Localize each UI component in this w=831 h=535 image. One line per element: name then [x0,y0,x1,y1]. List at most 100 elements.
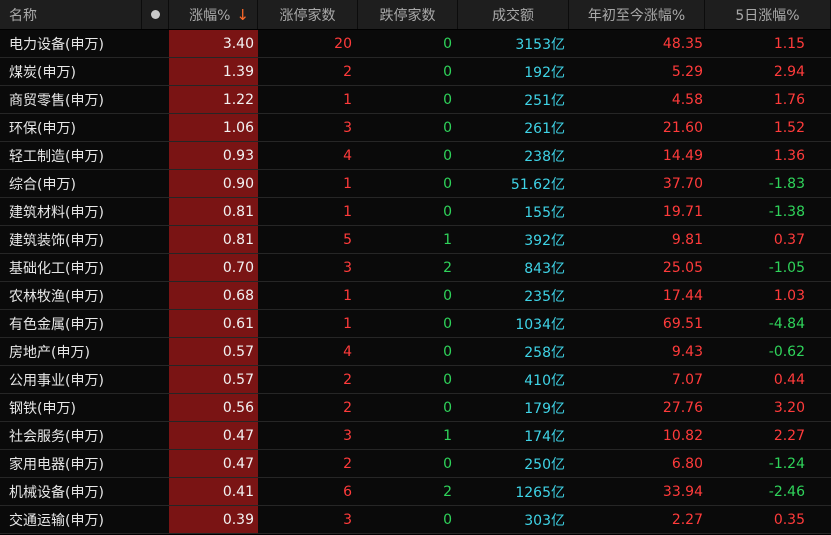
table-row[interactable]: 环保(申万) 1.06 3 0 261亿 21.60 1.52 [0,114,831,142]
ytd-cell: 27.76 [662,399,703,416]
limit-up-cell: 1 [343,315,352,332]
volume-cell: 3153亿 [515,36,565,53]
indicator-cell [142,30,169,57]
indicator-cell [142,282,169,309]
limit-up-cell: 3 [343,511,352,528]
indicator-cell [142,422,169,449]
five-day-cell: 1.36 [773,147,805,164]
change-pct-cell: 0.39 [169,506,258,533]
table-row[interactable]: 煤炭(申万) 1.39 2 0 192亿 5.29 2.94 [0,58,831,86]
ytd-cell: 21.60 [662,119,703,136]
table-row[interactable]: 社会服务(申万) 0.47 3 1 174亿 10.82 2.27 [0,422,831,450]
column-header-limit-up[interactable]: 涨停家数 [258,0,358,29]
volume-cell: 410亿 [524,372,565,389]
volume-cell: 235亿 [524,288,565,305]
table-row[interactable]: 基础化工(申万) 0.70 3 2 843亿 25.05 -1.05 [0,254,831,282]
ytd-cell: 9.81 [671,231,703,248]
limit-up-cell: 2 [343,63,352,80]
column-header-limit-down[interactable]: 跌停家数 [358,0,458,29]
ytd-cell: 7.07 [671,371,703,388]
table-row[interactable]: 家用电器(申万) 0.47 2 0 250亿 6.80 -1.24 [0,450,831,478]
volume-cell: 192亿 [524,64,565,81]
limit-down-cell: 0 [443,119,452,136]
table-row[interactable]: 房地产(申万) 0.57 4 0 258亿 9.43 -0.62 [0,338,831,366]
limit-down-cell: 0 [443,63,452,80]
table-row[interactable]: 建筑材料(申万) 0.81 1 0 155亿 19.71 -1.38 [0,198,831,226]
limit-up-cell: 1 [343,287,352,304]
change-pct-cell: 1.22 [169,86,258,113]
volume-cell: 179亿 [524,400,565,417]
sector-name: 公用事业(申万) [9,372,104,389]
limit-down-cell: 0 [443,175,452,192]
ytd-cell: 17.44 [662,287,703,304]
sector-name: 建筑装饰(申万) [9,232,104,249]
table-row[interactable]: 钢铁(申万) 0.56 2 0 179亿 27.76 3.20 [0,394,831,422]
five-day-cell: -2.46 [768,483,805,500]
sector-name: 轻工制造(申万) [9,148,104,165]
sector-name: 煤炭(申万) [9,64,76,81]
limit-down-cell: 0 [443,455,452,472]
limit-up-cell: 3 [343,259,352,276]
limit-down-cell: 0 [443,203,452,220]
ytd-cell: 69.51 [662,315,703,332]
limit-up-cell: 6 [343,483,352,500]
table-row[interactable]: 综合(申万) 0.90 1 0 51.62亿 37.70 -1.83 [0,170,831,198]
indicator-cell [142,226,169,253]
table-row[interactable]: 电力设备(申万) 3.40 20 0 3153亿 48.35 1.15 [0,30,831,58]
sector-name: 商贸零售(申万) [9,92,104,109]
limit-down-cell: 2 [443,259,452,276]
volume-cell: 258亿 [524,344,565,361]
sector-name: 钢铁(申万) [9,400,76,417]
limit-down-cell: 1 [443,231,452,248]
ytd-cell: 14.49 [662,147,703,164]
indicator-cell [142,394,169,421]
table-row[interactable]: 轻工制造(申万) 0.93 4 0 238亿 14.49 1.36 [0,142,831,170]
column-header-name[interactable]: 名称 [0,0,142,29]
column-header-volume[interactable]: 成交额 [458,0,569,29]
change-pct-cell: 0.57 [169,338,258,365]
ytd-cell: 19.71 [662,203,703,220]
five-day-cell: -0.62 [768,343,805,360]
five-day-cell: 1.76 [773,91,805,108]
indicator-cell [142,366,169,393]
change-pct-cell: 0.93 [169,142,258,169]
change-pct-cell: 0.90 [169,170,258,197]
ytd-cell: 6.80 [671,455,703,472]
volume-cell: 843亿 [524,260,565,277]
table-row[interactable]: 机械设备(申万) 0.41 6 2 1265亿 33.94 -2.46 [0,478,831,506]
five-day-cell: -1.38 [768,203,805,220]
indicator-cell [142,170,169,197]
table-row[interactable]: 农林牧渔(申万) 0.68 1 0 235亿 17.44 1.03 [0,282,831,310]
change-pct-cell: 3.40 [169,30,258,57]
volume-cell: 174亿 [524,428,565,445]
volume-cell: 251亿 [524,92,565,109]
ytd-cell: 9.43 [671,343,703,360]
dot-icon [150,10,160,19]
table-row[interactable]: 交通运输(申万) 0.39 3 0 303亿 2.27 0.35 [0,506,831,534]
volume-cell: 51.62亿 [510,176,565,193]
column-header-ytd[interactable]: 年初至今涨幅% [569,0,705,29]
indicator-cell [142,338,169,365]
column-header-five-day[interactable]: 5日涨幅% [705,0,831,29]
limit-down-cell: 2 [443,483,452,500]
change-pct-cell: 0.70 [169,254,258,281]
limit-up-cell: 2 [343,371,352,388]
table-row[interactable]: 有色金属(申万) 0.61 1 0 1034亿 69.51 -4.84 [0,310,831,338]
ytd-cell: 5.29 [671,63,703,80]
limit-up-cell: 1 [343,91,352,108]
limit-up-cell: 3 [343,427,352,444]
five-day-cell: 1.15 [773,35,805,52]
table-row[interactable]: 商贸零售(申万) 1.22 1 0 251亿 4.58 1.76 [0,86,831,114]
five-day-cell: 2.94 [773,63,805,80]
volume-cell: 1265亿 [515,484,565,501]
table-row[interactable]: 公用事业(申万) 0.57 2 0 410亿 7.07 0.44 [0,366,831,394]
table-row[interactable]: 建筑装饰(申万) 0.81 5 1 392亿 9.81 0.37 [0,226,831,254]
ytd-cell: 37.70 [662,175,703,192]
sector-name: 房地产(申万) [9,344,90,361]
limit-up-cell: 4 [343,343,352,360]
column-header-indicator[interactable] [142,0,169,29]
ytd-cell: 4.58 [671,91,703,108]
sector-name: 建筑材料(申万) [9,204,104,221]
column-header-change-pct[interactable]: 涨幅% ↓ [169,0,258,29]
sort-desc-icon: ↓ [236,5,249,24]
